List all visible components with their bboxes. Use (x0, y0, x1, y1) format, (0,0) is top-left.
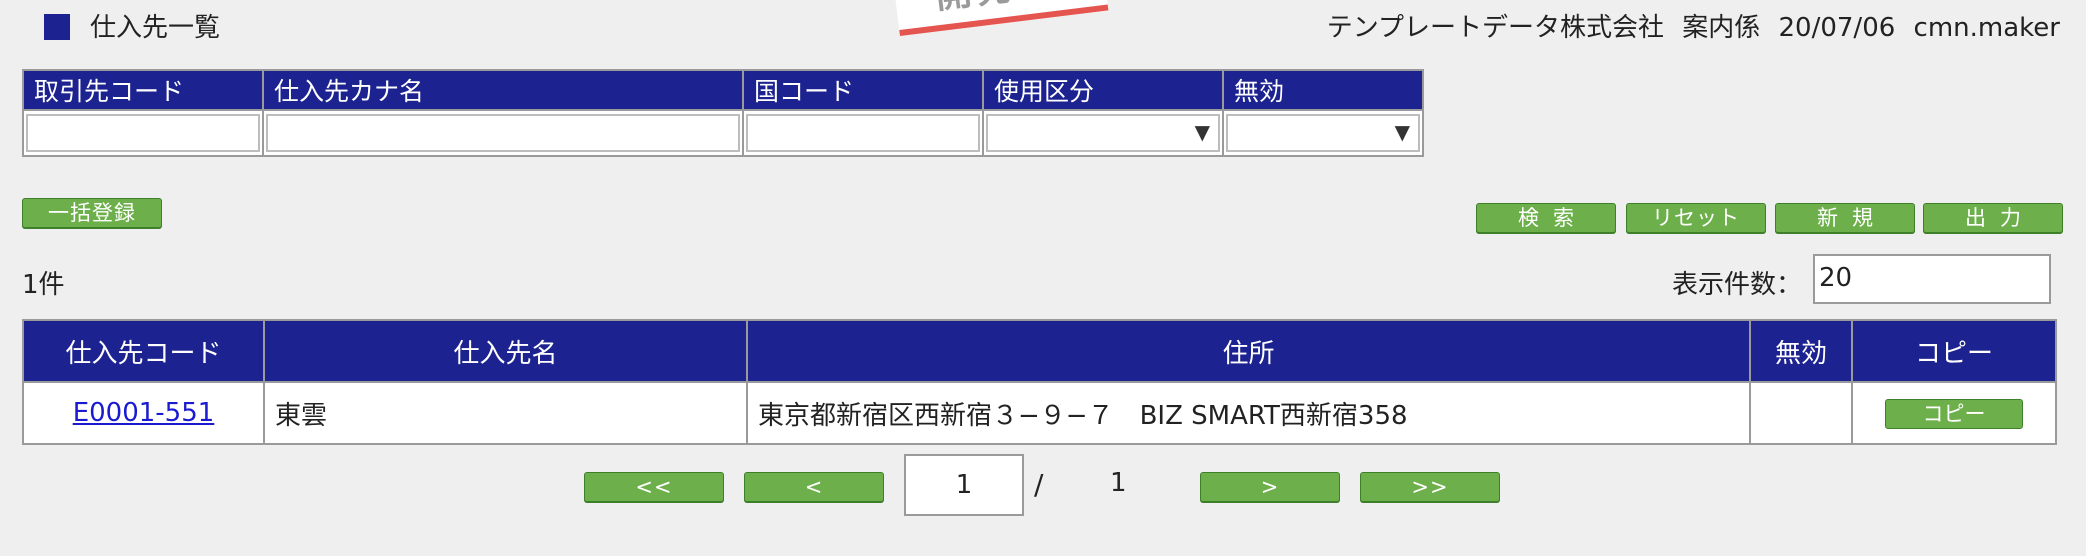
supplier-code-input[interactable] (26, 114, 260, 152)
new-button[interactable]: 新規 (1775, 203, 1915, 233)
filter-header-usage: 使用区分 (982, 69, 1224, 111)
total-pages: 1 (1110, 468, 1127, 498)
results-header-invalid: 無効 (1749, 319, 1853, 383)
country-code-input[interactable] (746, 114, 980, 152)
results-header-name: 仕入先名 (263, 319, 748, 383)
results-header-code: 仕入先コード (22, 319, 265, 383)
title-square-icon (44, 14, 70, 40)
usage-select[interactable]: ▼ (986, 114, 1220, 152)
user-role: 案内係 (1682, 13, 1761, 43)
output-button[interactable]: 出力 (1923, 203, 2063, 233)
company-name: テンプレートデータ株式会社 (1326, 13, 1664, 43)
filter-cell-kana (262, 109, 744, 157)
filter-header-code: 取引先コード (22, 69, 264, 111)
prev-page-button[interactable]: < (744, 472, 884, 502)
first-page-button[interactable]: << (584, 472, 724, 502)
user-id: cmn.maker (1913, 13, 2060, 43)
results-header-copy: コピー (1851, 319, 2057, 383)
filter-header-kana: 仕入先カナ名 (262, 69, 744, 111)
cell-address: 東京都新宿区西新宿３−９−７ BIZ SMART西新宿358 (746, 381, 1751, 445)
cell-supplier-name: 東雲 (263, 381, 748, 445)
cell-invalid (1749, 381, 1853, 445)
cell-supplier-code: E0001-551 (22, 381, 265, 445)
user-info: テンプレートデータ株式会社 案内係 20/07/06 cmn.maker (1317, 12, 2060, 44)
filter-header-invalid: 無効 (1222, 69, 1424, 111)
page: 仕入先一覧 開発 テンプレートデータ株式会社 案内係 20/07/06 cmn.… (0, 0, 2086, 556)
copy-button[interactable]: コピー (1885, 398, 2023, 429)
last-page-button[interactable]: >> (1360, 472, 1500, 502)
bulk-register-button[interactable]: 一括登録 (22, 198, 162, 228)
next-page-button[interactable]: > (1200, 472, 1340, 502)
invalid-select[interactable]: ▼ (1226, 114, 1420, 152)
results-header-address: 住所 (746, 319, 1751, 383)
dropdown-arrow-icon: ▼ (1394, 120, 1410, 144)
filter-header-country: 国コード (742, 69, 984, 111)
dropdown-arrow-icon: ▼ (1194, 120, 1210, 144)
per-page-label: 表示件数： (1672, 270, 1803, 300)
page-separator: / (1034, 468, 1044, 501)
reset-button[interactable]: リセット (1626, 203, 1766, 233)
filter-cell-code (22, 109, 264, 157)
result-count: 1件 (22, 270, 65, 300)
table-row: E0001-551 東雲 東京都新宿区西新宿３−９−７ BIZ SMART西新宿… (22, 381, 2057, 445)
search-button[interactable]: 検索 (1476, 203, 1616, 233)
supplier-kana-input[interactable] (266, 114, 740, 152)
search-filter-table: 取引先コード 仕入先カナ名 国コード 使用区分 無効 ▼ ▼ (22, 69, 1424, 157)
development-stamp-text: 開発 (933, 0, 1017, 17)
results-table: 仕入先コード 仕入先名 住所 無効 コピー E0001-551 東雲 東京都新宿… (22, 319, 2057, 445)
page-title: 仕入先一覧 (90, 13, 221, 43)
development-stamp: 開発 (892, 0, 1109, 36)
cell-copy: コピー (1851, 381, 2057, 445)
filter-cell-country (742, 109, 984, 157)
filter-cell-invalid: ▼ (1222, 109, 1424, 157)
current-page-input[interactable]: 1 (904, 454, 1024, 516)
filter-cell-usage: ▼ (982, 109, 1224, 157)
current-date: 20/07/06 (1778, 13, 1896, 43)
supplier-code-link[interactable]: E0001-551 (73, 398, 215, 428)
per-page-input[interactable]: 20 (1813, 254, 2051, 304)
